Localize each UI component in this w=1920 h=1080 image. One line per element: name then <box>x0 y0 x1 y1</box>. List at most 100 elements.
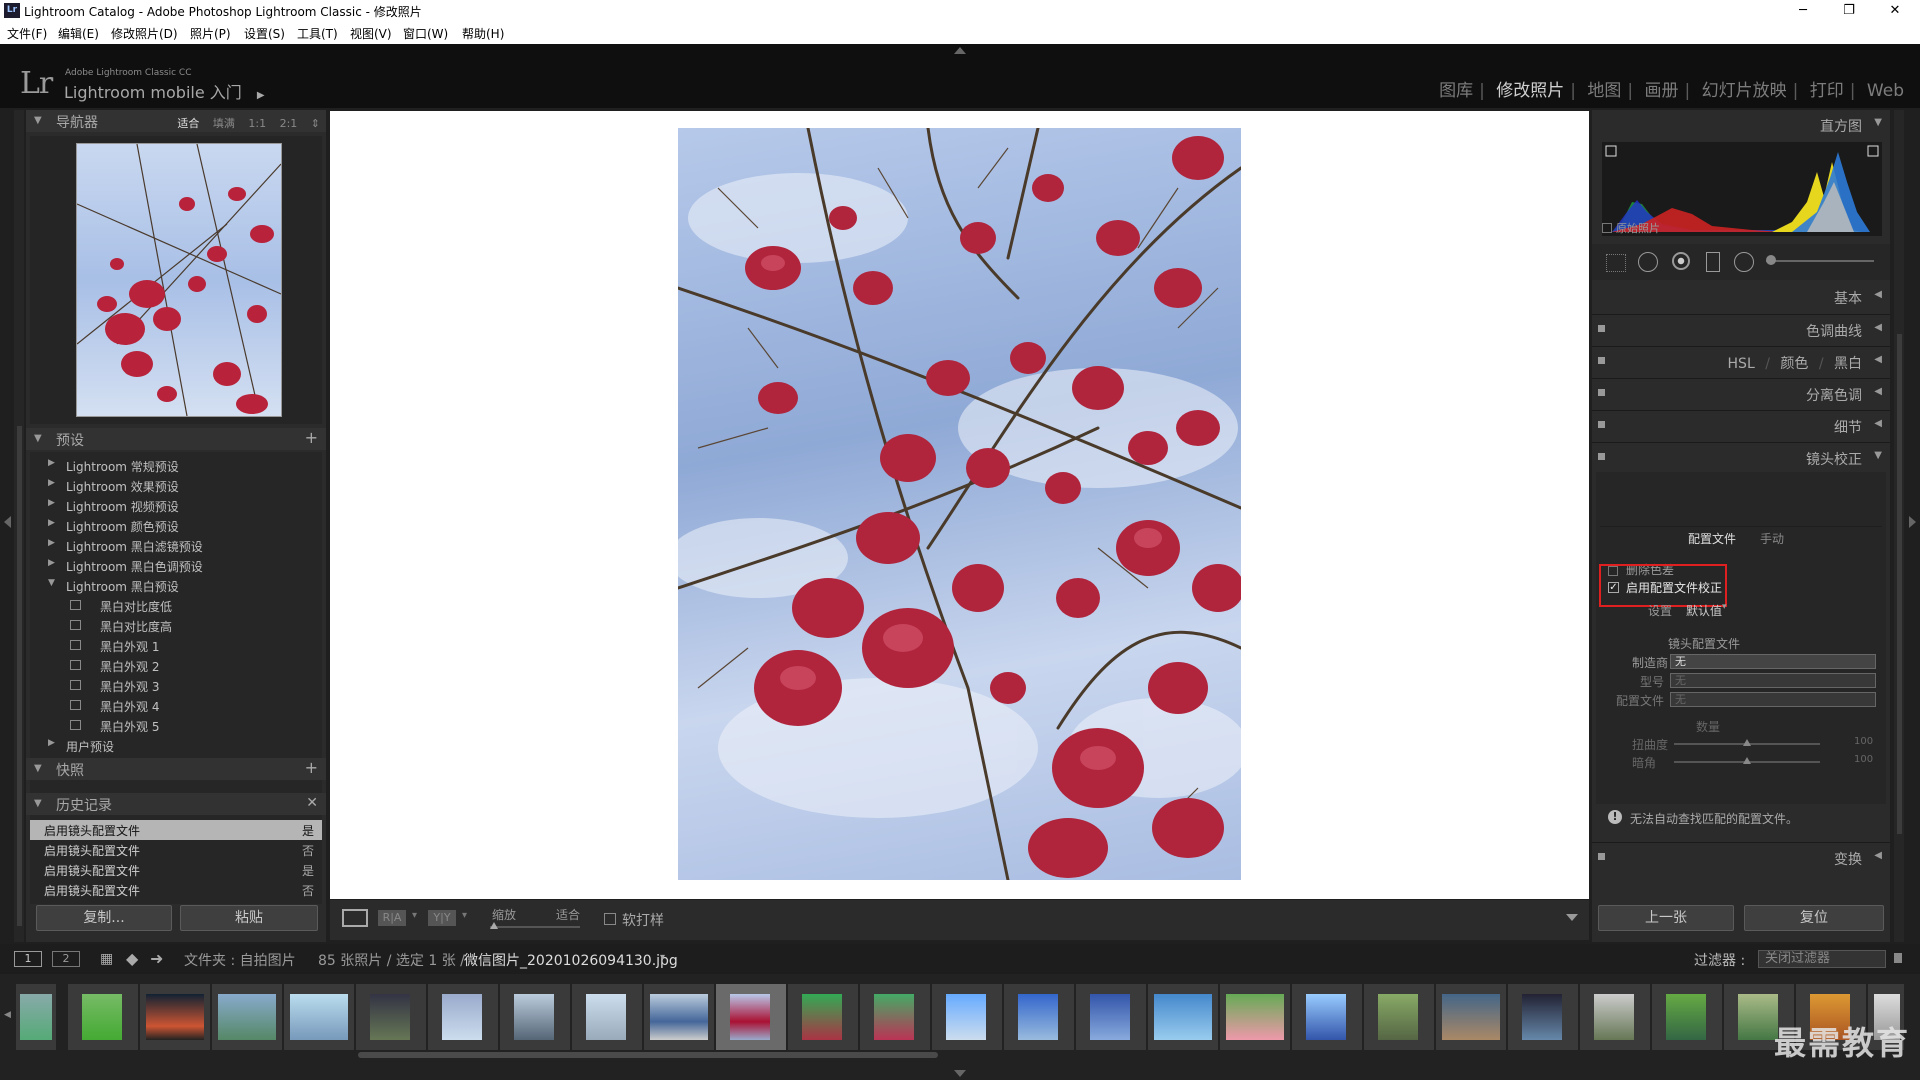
expand-triangle-icon[interactable]: ▶ <box>48 738 55 748</box>
navigator-header[interactable]: ▼ 导航器 适合 填满 1:1 2:1 ⇕ <box>26 110 326 132</box>
collapse-triangle-icon[interactable]: ▼ <box>48 578 55 588</box>
expand-triangle-icon[interactable]: ▶ <box>48 478 55 488</box>
window-2-button[interactable]: 2 <box>52 951 80 967</box>
forward-arrow-icon[interactable]: ➜ <box>150 949 163 968</box>
preset-item[interactable]: 黑白外观 4 <box>26 695 326 715</box>
expand-triangle-icon[interactable]: ◀ <box>1874 850 1882 861</box>
reset-button[interactable]: 复位 <box>1744 905 1884 931</box>
back-arrow-icon[interactable]: ◆ <box>126 949 138 968</box>
filmstrip-thumb[interactable] <box>284 984 354 1050</box>
graduated-filter-icon[interactable] <box>1706 252 1720 272</box>
zoom-slider-thumb[interactable] <box>490 922 498 929</box>
softproof-checkbox[interactable] <box>604 913 616 925</box>
zoom-1-1[interactable]: 1:1 <box>248 117 266 130</box>
minimize-icon[interactable]: ─ <box>1780 0 1826 22</box>
vignette-slider[interactable] <box>1674 757 1820 764</box>
crop-overlay-icon[interactable] <box>1606 254 1626 272</box>
filmstrip-thumb[interactable] <box>1148 984 1218 1050</box>
hsl-tab[interactable]: HSL <box>1728 356 1755 372</box>
highlight-clipping-indicator[interactable] <box>1867 145 1879 157</box>
shadow-clipping-indicator[interactable] <box>1605 145 1617 157</box>
panel-hsl[interactable]: HSL / 颜色 / 黑白 ◀ <box>1592 346 1890 375</box>
loupe-view-icon[interactable] <box>342 909 368 927</box>
model-select[interactable]: 无 <box>1670 673 1876 688</box>
collapse-triangle-icon[interactable]: ▼ <box>1874 450 1882 461</box>
preset-group[interactable]: ▶ Lightroom 颜色预设 <box>26 515 326 535</box>
copy-settings-button[interactable]: 复制... <box>36 905 172 931</box>
filmstrip-thumb[interactable] <box>212 984 282 1050</box>
panel-basic[interactable]: 基本 ◀ <box>1592 282 1890 310</box>
filmstrip-thumb[interactable] <box>572 984 642 1050</box>
panel-tone-curve[interactable]: 色调曲线 ◀ <box>1592 314 1890 343</box>
filmstrip-thumb[interactable] <box>1580 984 1650 1050</box>
panel-switch-icon[interactable] <box>1598 421 1605 428</box>
preset-item[interactable]: 黑白外观 1 <box>26 635 326 655</box>
panel-switch-icon[interactable] <box>1598 357 1605 364</box>
color-tab[interactable]: 颜色 <box>1780 356 1808 372</box>
menu-photo[interactable]: 照片(P) <box>190 25 231 42</box>
expand-triangle-icon[interactable]: ◀ <box>1874 386 1882 397</box>
filmstrip-thumb[interactable] <box>1652 984 1722 1050</box>
filmstrip-thumb[interactable] <box>932 984 1002 1050</box>
lens-tab-profile[interactable]: 配置文件 <box>1688 530 1736 547</box>
add-preset-icon[interactable]: + <box>305 428 318 447</box>
menu-help[interactable]: 帮助(H) <box>462 25 504 42</box>
menu-tools[interactable]: 工具(T) <box>297 25 338 42</box>
preset-item[interactable]: 黑白对比度低 <box>26 595 326 615</box>
spot-removal-icon[interactable] <box>1638 252 1658 272</box>
left-scrollbar[interactable] <box>14 110 24 942</box>
filmstrip-thumb[interactable] <box>1004 984 1074 1050</box>
collapse-triangle-icon[interactable]: ▼ <box>34 115 42 126</box>
filmstrip-thumb-selected[interactable] <box>716 984 786 1050</box>
zoom-2-1[interactable]: 2:1 <box>280 117 298 130</box>
filmstrip-thumb[interactable] <box>644 984 714 1050</box>
history-item[interactable]: 启用镜头配置文件 否 <box>30 880 322 900</box>
radial-filter-icon[interactable] <box>1734 252 1754 272</box>
panel-switch-icon[interactable] <box>1598 325 1605 332</box>
right-scroll-thumb[interactable] <box>1897 334 1902 834</box>
panel-switch-icon[interactable] <box>1598 853 1605 860</box>
before-after-lr-icon[interactable]: R|A <box>378 910 406 926</box>
preset-group[interactable]: ▶ Lightroom 常规预设 <box>26 455 326 475</box>
selected-filename[interactable]: 微信图片_20201026094130.jpg <box>464 950 678 970</box>
menu-edit[interactable]: 编辑(E) <box>58 25 99 42</box>
preset-item[interactable]: 黑白外观 5 <box>26 715 326 735</box>
history-item[interactable]: 启用镜头配置文件 否 <box>30 840 322 860</box>
setup-dropdown-arrow-icon[interactable]: ▾ <box>1722 602 1727 612</box>
preset-group[interactable]: ▶ Lightroom 视频预设 <box>26 495 326 515</box>
original-photo-checkbox[interactable] <box>1602 223 1612 233</box>
filmstrip-scroll-left-icon[interactable]: ◀ <box>4 1010 11 1020</box>
preset-item[interactable]: 黑白外观 2 <box>26 655 326 675</box>
menu-view[interactable]: 视图(V) <box>350 25 392 42</box>
filmstrip-thumb[interactable] <box>428 984 498 1050</box>
preset-group[interactable]: ▶ Lightroom 黑白色调预设 <box>26 555 326 575</box>
main-photo[interactable] <box>678 128 1241 880</box>
module-develop[interactable]: 修改照片 <box>1496 81 1564 101</box>
previous-button[interactable]: 上一张 <box>1598 905 1734 931</box>
top-panel-toggle-icon[interactable] <box>954 47 966 54</box>
vignette-slider-thumb[interactable] <box>1743 757 1751 764</box>
filter-lock-icon[interactable] <box>1894 953 1902 963</box>
grid-view-icon[interactable]: ▦ <box>100 951 113 967</box>
bottom-panel-toggle-icon[interactable] <box>954 1070 966 1077</box>
expand-triangle-icon[interactable]: ▶ <box>48 498 55 508</box>
panel-lens-corrections[interactable]: 镜头校正 ▼ <box>1592 442 1890 471</box>
filmstrip-scrollbar[interactable] <box>358 1052 938 1058</box>
filmstrip-thumb[interactable] <box>1364 984 1434 1050</box>
filmstrip-thumb[interactable] <box>1076 984 1146 1050</box>
filter-dropdown[interactable]: 关闭过滤器 <box>1758 950 1886 968</box>
close-icon[interactable]: ✕ <box>1872 0 1918 22</box>
navigator-preview-image[interactable] <box>76 143 282 417</box>
filmstrip-thumb[interactable] <box>788 984 858 1050</box>
filmstrip-thumb[interactable] <box>860 984 930 1050</box>
module-book[interactable]: 画册 <box>1645 81 1679 101</box>
zoom-fit[interactable]: 适合 <box>177 117 199 130</box>
menu-develop[interactable]: 修改照片(D) <box>111 25 178 42</box>
panel-split-toning[interactable]: 分离色调 ◀ <box>1592 378 1890 407</box>
histogram-header[interactable]: 直方图 ▼ <box>1592 110 1890 138</box>
panel-switch-icon[interactable] <box>1598 453 1605 460</box>
expand-triangle-icon[interactable]: ▶ <box>48 458 55 468</box>
history-item[interactable]: 启用镜头配置文件 是 <box>30 820 322 840</box>
preset-group[interactable]: ▶ 用户预设 <box>26 735 326 755</box>
snapshots-header[interactable]: ▼ 快照 + <box>26 758 326 780</box>
